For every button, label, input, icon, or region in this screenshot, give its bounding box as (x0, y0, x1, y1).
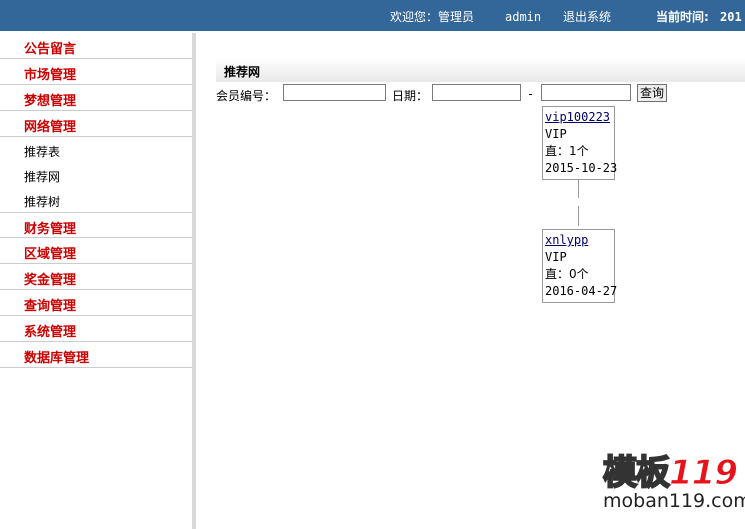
panel-header: 推荐网 (216, 58, 745, 82)
sidebar-splitter[interactable] (192, 33, 196, 529)
sidebar-item-label: 推荐表 (24, 145, 61, 159)
current-time-label: 当前时间: (656, 10, 709, 24)
member-level: VIP (545, 250, 567, 264)
sidebar-item-announcements[interactable]: 公告留言 (0, 33, 192, 59)
sidebar-item-bonus[interactable]: 奖金管理 (0, 264, 192, 290)
date-from-input[interactable] (432, 84, 521, 101)
sidebar-item-label: 网络管理 (24, 120, 77, 135)
tree-node: xnlypp VIP 直：0个 2016-04-27 (542, 229, 618, 303)
sidebar-item-label: 推荐树 (24, 195, 61, 209)
page-title: 推荐网 (224, 65, 261, 79)
date-label: 日期： (392, 89, 429, 103)
sidebar-item-query[interactable]: 查询管理 (0, 290, 192, 316)
date-separator: - (527, 87, 535, 101)
sidebar-item-dream[interactable]: 梦想管理 (0, 85, 192, 111)
sidebar-item-label: 推荐网 (24, 170, 61, 184)
sidebar-item-label: 公告留言 (24, 42, 77, 57)
watermark-logo-text: 模板 (602, 452, 671, 494)
top-bar: 欢迎您：管理员 admin 退出系统 当前时间: 201 (0, 0, 745, 31)
tree-node: vip100223 VIP 直：1个 2015-10-23 (542, 106, 618, 180)
watermark-logo: 模板119 (602, 445, 739, 494)
date-to-input[interactable] (541, 84, 631, 101)
sidebar-item-market[interactable]: 市场管理 (0, 59, 192, 85)
sidebar-item-database[interactable]: 数据库管理 (0, 342, 192, 368)
query-button[interactable]: 查询 (637, 84, 667, 102)
direct-count: 直：1个 (545, 144, 589, 158)
sidebar-item-region[interactable]: 区域管理 (0, 238, 192, 264)
sidebar-item-label: 梦想管理 (24, 94, 77, 109)
sidebar-item-system[interactable]: 系统管理 (0, 316, 192, 342)
member-id-label: 会员编号： (216, 89, 277, 103)
tree-connector (578, 206, 579, 226)
join-date: 2016-04-27 (545, 284, 618, 298)
sidebar-item-label: 市场管理 (24, 68, 77, 83)
logout-link[interactable]: 退出系统 (563, 10, 611, 24)
member-level: VIP (545, 127, 567, 141)
member-id-input[interactable] (283, 84, 386, 101)
sidebar-subitem-referral-table[interactable]: 推荐表 (0, 138, 192, 163)
welcome-text: 欢迎您：管理员 (390, 10, 475, 24)
sidebar-item-label: 奖金管理 (24, 273, 77, 288)
sidebar-item-label: 系统管理 (24, 325, 77, 340)
member-id-link[interactable]: vip100223 (545, 109, 612, 126)
sidebar-item-finance[interactable]: 财务管理 (0, 212, 192, 238)
current-time-value: 201 (720, 10, 742, 24)
sidebar-subitem-referral-tree[interactable]: 推荐树 (0, 188, 192, 213)
sidebar-item-label: 区域管理 (24, 247, 77, 262)
sidebar-subitem-referral-network[interactable]: 推荐网 (0, 163, 192, 188)
member-id-link[interactable]: xnlypp (545, 232, 612, 249)
sidebar-item-label: 数据库管理 (24, 351, 90, 366)
sidebar-item-label: 查询管理 (24, 299, 77, 314)
sidebar-item-label: 财务管理 (24, 222, 77, 237)
join-date: 2015-10-23 (545, 161, 618, 175)
direct-count: 直：0个 (545, 267, 589, 281)
tree-connector (578, 180, 579, 198)
watermark-logo-number: 119 (669, 453, 739, 494)
sidebar-item-network[interactable]: 网络管理 (0, 111, 192, 137)
current-user: admin (505, 10, 542, 24)
watermark-url: moban119.com (603, 490, 745, 512)
